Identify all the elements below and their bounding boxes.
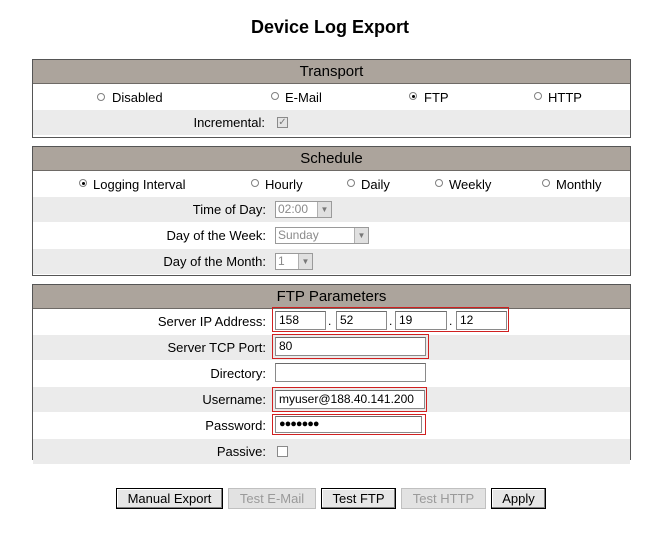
tcp-port-row: Server TCP Port: 80 bbox=[33, 334, 630, 361]
incremental-checkbox[interactable]: ✓ bbox=[277, 117, 288, 128]
schedule-logging-interval-radio[interactable] bbox=[79, 179, 87, 187]
schedule-hourly-label[interactable]: Hourly bbox=[265, 177, 303, 192]
day-of-month-label: Day of the Month: bbox=[163, 254, 266, 269]
server-ip-row: Server IP Address: 158 . 52 . 19 . 12 bbox=[33, 307, 630, 335]
tcp-port-input[interactable]: 80 bbox=[275, 337, 426, 356]
ftp-parameters-header: FTP Parameters bbox=[33, 285, 630, 309]
tcp-port-label: Server TCP Port: bbox=[167, 340, 267, 355]
schedule-logging-interval-label[interactable]: Logging Interval bbox=[93, 177, 186, 192]
chevron-down-icon: ▼ bbox=[317, 202, 331, 217]
day-of-week-value: Sunday bbox=[278, 228, 319, 242]
transport-header: Transport bbox=[33, 60, 630, 84]
passive-row: Passive: bbox=[33, 439, 630, 464]
day-of-week-row: Day of the Week: Sunday ▼ bbox=[33, 223, 630, 249]
schedule-panel: Schedule Logging Interval Hourly Daily W… bbox=[32, 146, 631, 276]
password-label: Password: bbox=[205, 418, 266, 433]
time-of-day-value: 02:00 bbox=[278, 202, 309, 216]
ip-octet-1-input[interactable]: 158 bbox=[275, 311, 326, 330]
incremental-label: Incremental: bbox=[193, 115, 265, 130]
page-title: Device Log Export bbox=[250, 17, 410, 37]
directory-label: Directory: bbox=[210, 366, 266, 381]
transport-email-radio[interactable] bbox=[271, 92, 279, 100]
manual-export-button[interactable]: Manual Export bbox=[116, 488, 223, 509]
transport-disabled-radio[interactable] bbox=[97, 93, 105, 101]
schedule-monthly-radio[interactable] bbox=[542, 179, 550, 187]
transport-http-label[interactable]: HTTP bbox=[548, 90, 582, 105]
ip-dot: . bbox=[328, 314, 332, 328]
ip-octet-2-input[interactable]: 52 bbox=[336, 311, 387, 330]
server-ip-label: Server IP Address: bbox=[157, 314, 266, 329]
schedule-options-row: Logging Interval Hourly Daily Weekly Mon… bbox=[33, 171, 630, 197]
test-http-button[interactable]: Test HTTP bbox=[401, 488, 486, 509]
schedule-daily-label[interactable]: Daily bbox=[361, 177, 390, 192]
username-label: Username: bbox=[202, 392, 266, 407]
transport-panel: Transport Disabled E-Mail FTP HTTP Incre… bbox=[32, 59, 631, 138]
day-of-month-value: 1 bbox=[278, 254, 285, 268]
password-input[interactable]: ●●●●●●● bbox=[275, 416, 422, 433]
test-ftp-button[interactable]: Test FTP bbox=[321, 488, 396, 509]
chevron-down-icon: ▼ bbox=[354, 228, 368, 243]
directory-row: Directory: bbox=[33, 361, 630, 387]
password-row: Password: ●●●●●●● bbox=[33, 413, 630, 439]
transport-email-label[interactable]: E-Mail bbox=[285, 90, 322, 105]
time-of-day-label: Time of Day: bbox=[192, 202, 266, 217]
ip-dot: . bbox=[389, 314, 393, 328]
ftp-parameters-panel: FTP Parameters Server IP Address: 158 . … bbox=[32, 284, 631, 464]
chevron-down-icon: ▼ bbox=[298, 254, 312, 269]
transport-ftp-label[interactable]: FTP bbox=[424, 90, 449, 105]
day-of-month-row: Day of the Month: 1 ▼ bbox=[33, 249, 630, 274]
schedule-weekly-label[interactable]: Weekly bbox=[449, 177, 491, 192]
schedule-header: Schedule bbox=[33, 147, 630, 171]
time-of-day-select[interactable]: 02:00 ▼ bbox=[275, 201, 332, 218]
schedule-monthly-label[interactable]: Monthly bbox=[556, 177, 602, 192]
apply-button[interactable]: Apply bbox=[491, 488, 546, 509]
schedule-daily-radio[interactable] bbox=[347, 179, 355, 187]
transport-disabled-label[interactable]: Disabled bbox=[112, 90, 163, 105]
username-input[interactable]: myuser@188.40.141.200 bbox=[275, 390, 425, 409]
incremental-row: Incremental: ✓ bbox=[33, 110, 630, 136]
day-of-week-label: Day of the Week: bbox=[166, 228, 266, 243]
ip-octet-3-input[interactable]: 19 bbox=[395, 311, 447, 330]
day-of-week-select[interactable]: Sunday ▼ bbox=[275, 227, 369, 244]
schedule-weekly-radio[interactable] bbox=[435, 179, 443, 187]
ip-dot: . bbox=[449, 314, 453, 328]
test-email-button[interactable]: Test E-Mail bbox=[228, 488, 316, 509]
ip-octet-4-input[interactable]: 12 bbox=[456, 311, 507, 330]
username-row: Username: myuser@188.40.141.200 bbox=[33, 387, 630, 413]
transport-http-radio[interactable] bbox=[534, 92, 542, 100]
time-of-day-row: Time of Day: 02:00 ▼ bbox=[33, 197, 630, 223]
directory-input[interactable] bbox=[275, 363, 426, 382]
transport-options-row: Disabled E-Mail FTP HTTP bbox=[33, 84, 630, 110]
transport-ftp-radio[interactable] bbox=[409, 92, 417, 100]
passive-label: Passive: bbox=[216, 444, 266, 459]
schedule-hourly-radio[interactable] bbox=[251, 179, 259, 187]
passive-checkbox[interactable] bbox=[277, 446, 288, 457]
day-of-month-select[interactable]: 1 ▼ bbox=[275, 253, 313, 270]
